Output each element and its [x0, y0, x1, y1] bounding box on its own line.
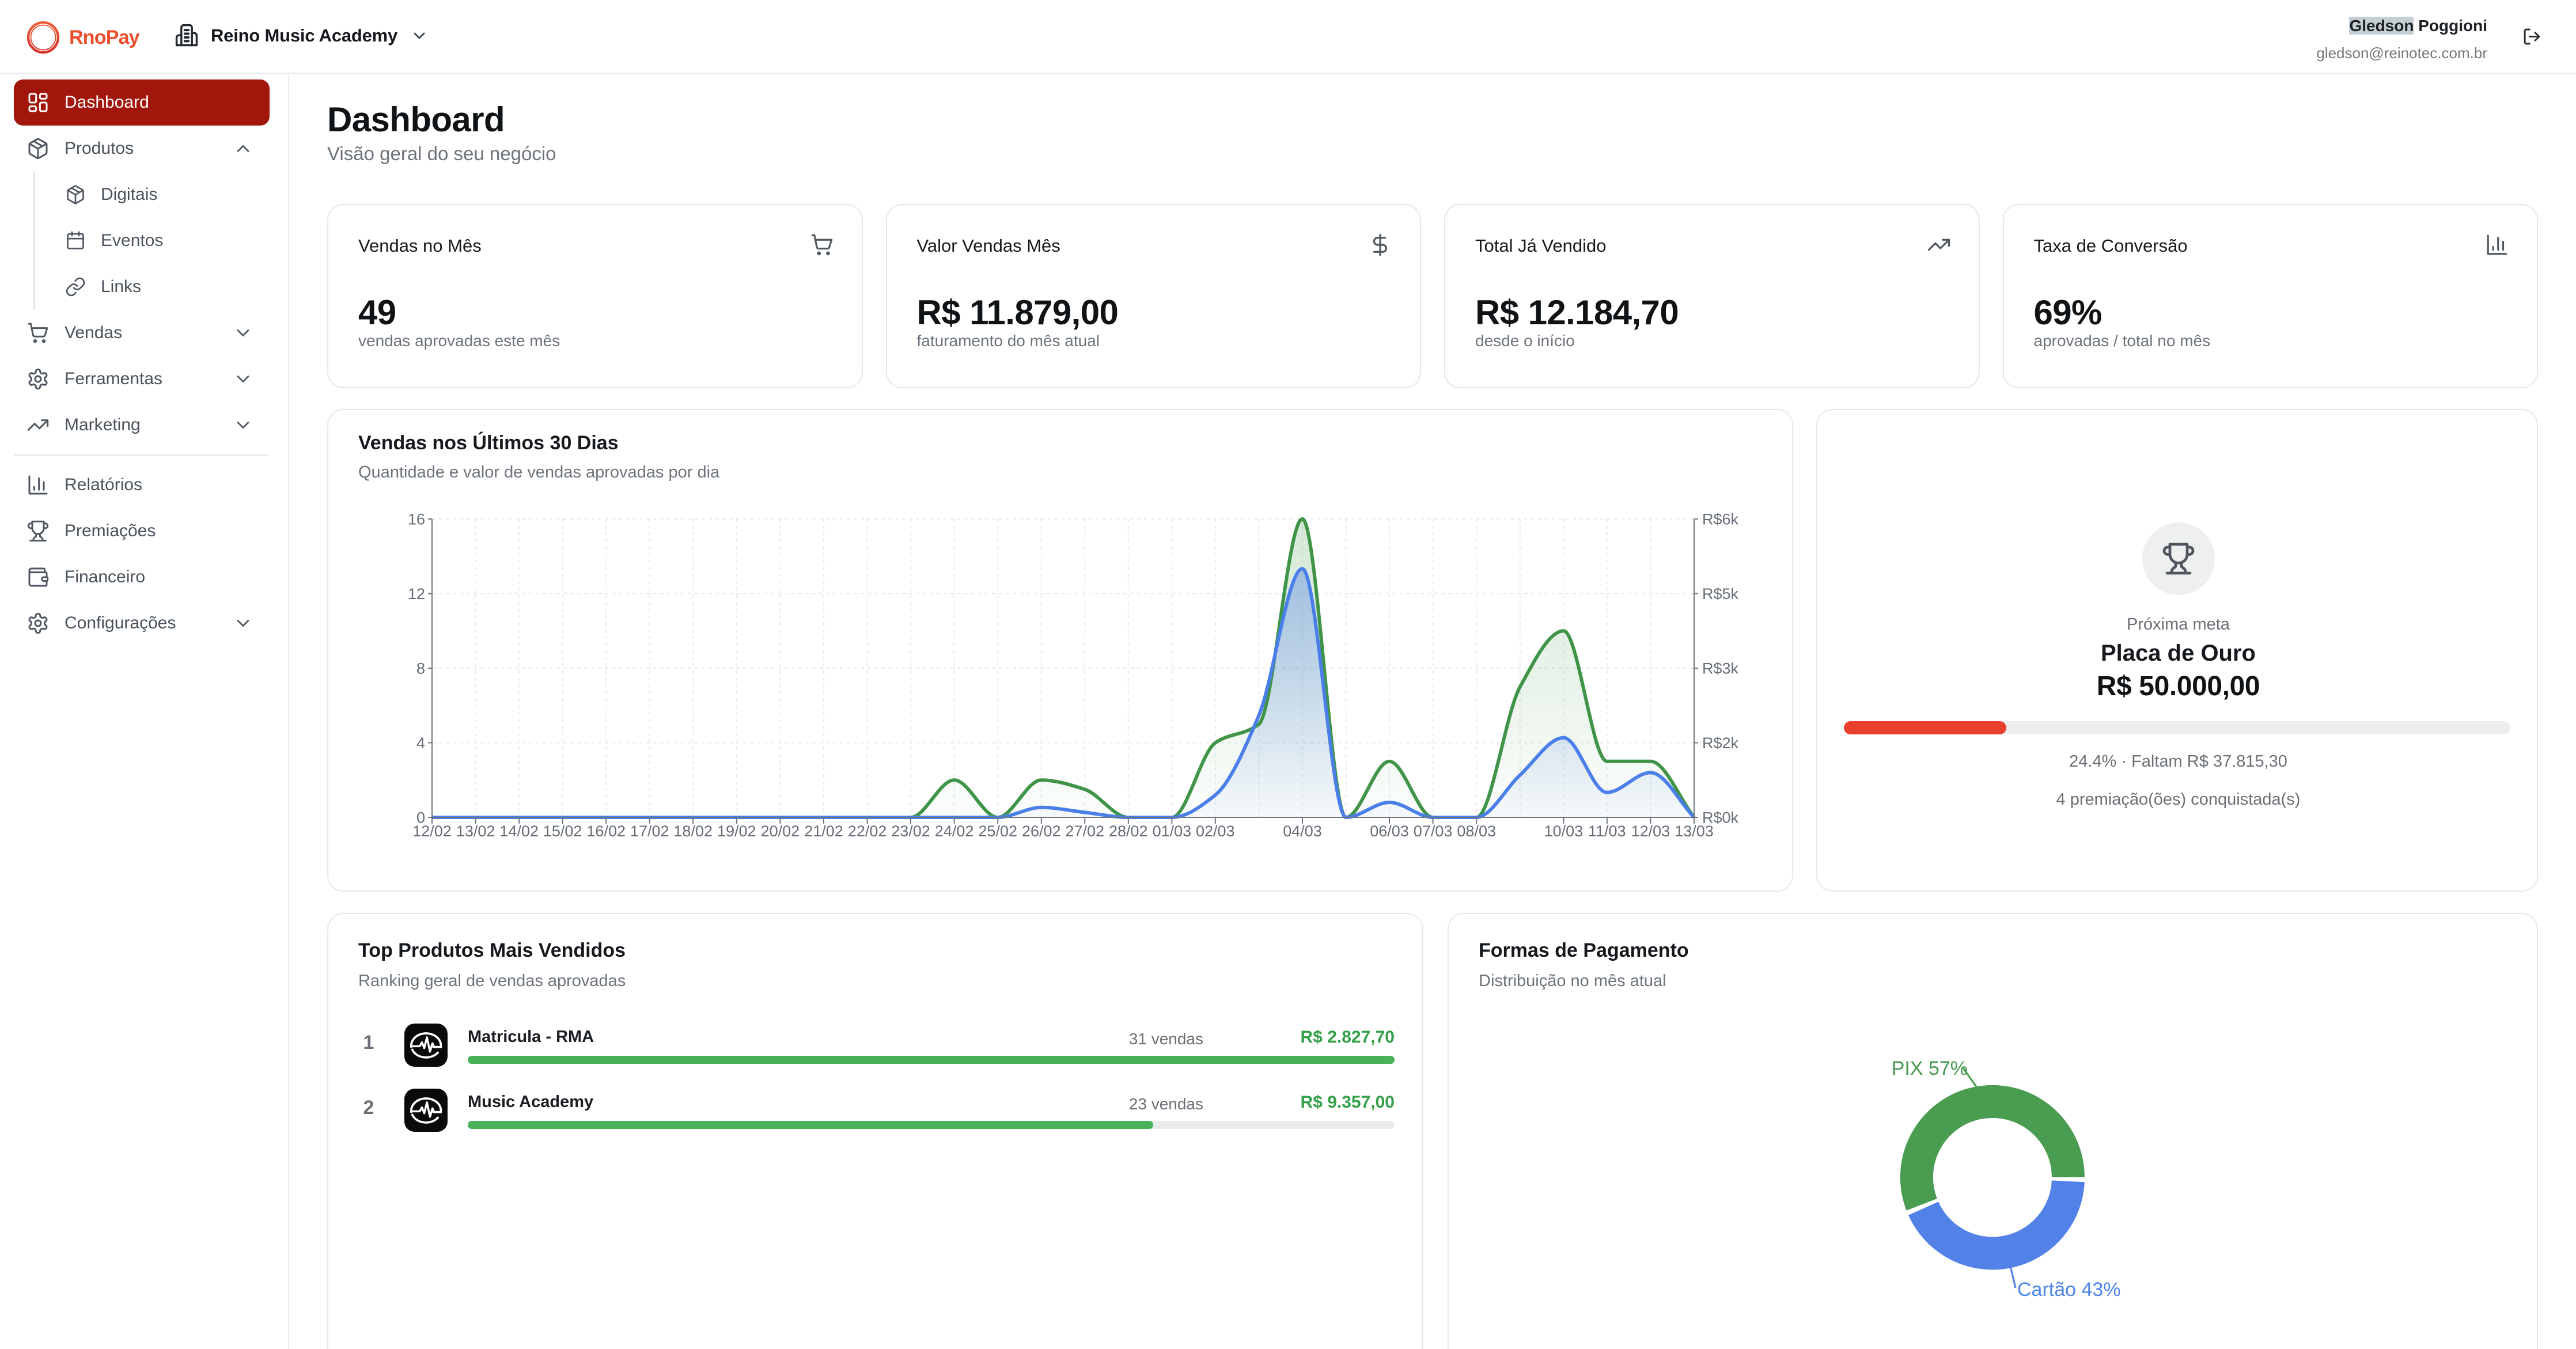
svg-text:13/03: 13/03 [1675, 823, 1714, 840]
svg-text:11/03: 11/03 [1588, 823, 1626, 840]
svg-text:8: 8 [416, 660, 425, 677]
svg-text:26/02: 26/02 [1022, 823, 1061, 840]
svg-text:25/02: 25/02 [978, 823, 1017, 840]
svg-text:14/02: 14/02 [499, 823, 539, 840]
svg-text:21/02: 21/02 [804, 823, 843, 840]
svg-text:15/02: 15/02 [543, 823, 582, 840]
svg-text:R$6k: R$6k [1702, 511, 1739, 528]
svg-text:28/02: 28/02 [1109, 823, 1148, 840]
svg-text:08/03: 08/03 [1457, 823, 1496, 840]
svg-text:PIX 57%: PIX 57% [1892, 1058, 1968, 1079]
svg-text:27/02: 27/02 [1065, 823, 1104, 840]
svg-text:04/03: 04/03 [1283, 823, 1322, 840]
svg-text:06/03: 06/03 [1370, 823, 1409, 840]
svg-text:13/02: 13/02 [456, 823, 495, 840]
svg-text:02/03: 02/03 [1196, 823, 1235, 840]
svg-text:4: 4 [416, 734, 425, 752]
svg-text:12: 12 [408, 585, 425, 602]
svg-text:12/02: 12/02 [412, 823, 452, 840]
svg-text:18/02: 18/02 [673, 823, 713, 840]
svg-text:Cartão 43%: Cartão 43% [2017, 1279, 2121, 1301]
svg-text:16: 16 [408, 511, 425, 528]
svg-text:17/02: 17/02 [630, 823, 669, 840]
svg-text:R$3k: R$3k [1702, 660, 1739, 677]
svg-text:12/03: 12/03 [1631, 823, 1670, 840]
svg-text:R$2k: R$2k [1702, 734, 1739, 752]
svg-text:24/02: 24/02 [935, 823, 974, 840]
svg-text:23/02: 23/02 [891, 823, 930, 840]
svg-text:20/02: 20/02 [761, 823, 800, 840]
svg-text:01/03: 01/03 [1153, 823, 1192, 840]
svg-text:19/02: 19/02 [717, 823, 756, 840]
svg-text:10/03: 10/03 [1544, 823, 1584, 840]
svg-text:22/02: 22/02 [848, 823, 887, 840]
svg-text:07/03: 07/03 [1414, 823, 1453, 840]
svg-text:R$5k: R$5k [1702, 585, 1739, 602]
svg-text:16/02: 16/02 [586, 823, 626, 840]
